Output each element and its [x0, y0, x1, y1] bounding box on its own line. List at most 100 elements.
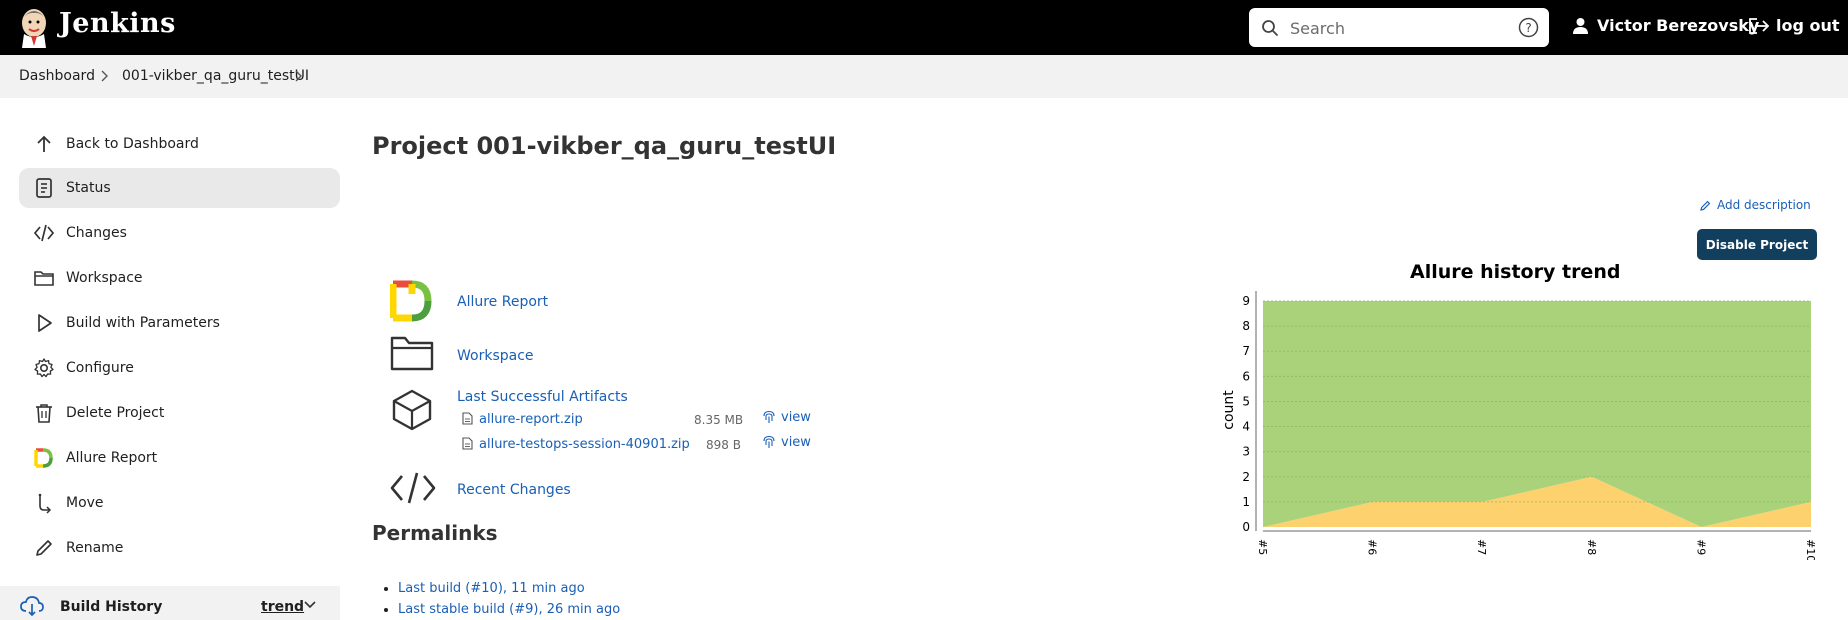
package-icon — [392, 389, 432, 431]
list-item: Last stable build (#9), 26 min ago — [398, 599, 620, 620]
brand-title[interactable]: Jenkins — [59, 8, 176, 39]
view-label: view — [781, 410, 811, 425]
sidebar-item-label: Build with Parameters — [66, 315, 220, 331]
arrow-up-icon — [37, 135, 51, 152]
sidebar-item-move[interactable]: Move — [19, 483, 340, 523]
file-icon — [462, 437, 473, 450]
add-description-link[interactable]: Add description — [1699, 198, 1811, 212]
sidebar-item-back-to-dashboard[interactable]: Back to Dashboard — [19, 124, 340, 164]
document-icon — [36, 178, 52, 198]
artifact-view-link[interactable]: view — [762, 410, 811, 425]
y-tick-label: 9 — [1242, 294, 1250, 308]
y-tick-label: 7 — [1242, 344, 1250, 358]
allure-trend-chart[interactable]: 0 1 2 3 4 5 6 7 8 9 #5 #6 #7 #8 #9 #10 count — [1220, 285, 1820, 560]
sidebar-item-label: Workspace — [66, 270, 143, 286]
user-menu[interactable]: Victor Berezovsky — [1572, 16, 1759, 35]
y-tick-label: 8 — [1242, 319, 1250, 333]
user-name: Victor Berezovsky — [1597, 16, 1760, 35]
breadcrumb-dashboard[interactable]: Dashboard — [19, 68, 95, 84]
x-tick-label: #6 — [1366, 539, 1379, 555]
trend-link[interactable]: trend — [261, 599, 304, 615]
gear-icon — [34, 358, 54, 378]
sidebar-item-changes[interactable]: Changes — [19, 213, 340, 253]
pencil-icon — [36, 540, 52, 556]
y-axis-label: count — [1221, 390, 1237, 430]
jenkins-logo-icon[interactable] — [18, 6, 50, 48]
sidebar-item-configure[interactable]: Configure — [19, 348, 340, 388]
search-icon — [1262, 20, 1278, 36]
folder-icon[interactable] — [390, 334, 434, 372]
search-box[interactable]: ? — [1249, 8, 1549, 47]
sidebar-item-label: Move — [66, 495, 104, 511]
build-history-panel: Build History trend — [0, 586, 340, 620]
y-tick-label: 3 — [1242, 445, 1250, 459]
artifact-link[interactable]: allure-report.zip — [479, 412, 583, 427]
sidebar-item-label: Rename — [66, 540, 124, 556]
sidebar-item-delete-project[interactable]: Delete Project — [19, 393, 340, 433]
search-input[interactable] — [1290, 15, 1500, 41]
help-icon[interactable]: ? — [1518, 17, 1539, 38]
fingerprint-icon — [763, 435, 775, 448]
view-label: view — [781, 435, 811, 450]
permalinks-heading: Permalinks — [372, 521, 498, 545]
user-icon — [1573, 18, 1588, 34]
sidebar-item-rename[interactable]: Rename — [19, 528, 340, 568]
artifact-size: 898 B — [706, 438, 741, 452]
svg-text:?: ? — [1525, 21, 1531, 35]
y-tick-label: 5 — [1242, 394, 1250, 408]
move-icon — [38, 493, 52, 514]
play-icon — [38, 314, 52, 332]
x-tick-label: #8 — [1585, 539, 1598, 555]
disable-project-button[interactable]: Disable Project — [1697, 229, 1817, 260]
sidebar-item-label: Delete Project — [66, 405, 165, 421]
trash-icon — [36, 404, 52, 423]
artifact-view-link[interactable]: view — [762, 435, 811, 450]
y-tick-label: 1 — [1242, 495, 1250, 509]
sidebar-item-label: Changes — [66, 225, 127, 241]
y-tick-label: 6 — [1242, 369, 1250, 383]
list-item: Last build (#10), 11 min ago — [398, 578, 620, 599]
code-icon[interactable] — [390, 471, 436, 505]
sidebar-item-build-with-parameters[interactable]: Build with Parameters — [19, 303, 340, 343]
allure-icon[interactable] — [390, 280, 434, 322]
artifact-link[interactable]: allure-testops-session-40901.zip — [479, 437, 690, 452]
sidebar-item-label: Status — [66, 180, 111, 196]
pencil-icon — [1700, 200, 1711, 211]
sidebar-item-label: Allure Report — [66, 450, 158, 466]
folder-icon — [34, 271, 54, 286]
logout-icon — [1749, 17, 1770, 34]
last-successful-artifacts-link[interactable]: Last Successful Artifacts — [457, 389, 628, 405]
x-tick-label: #5 — [1256, 539, 1269, 555]
y-tick-label: 0 — [1242, 520, 1250, 534]
file-icon — [462, 412, 473, 425]
allure-icon — [34, 448, 53, 468]
code-icon — [33, 224, 55, 242]
permalink-last-stable-build[interactable]: Last stable build (#9), 26 min ago — [398, 602, 620, 617]
page-title: Project 001-vikber_qa_guru_testUI — [372, 132, 837, 160]
recent-changes-link[interactable]: Recent Changes — [457, 482, 571, 498]
logout-label: log out — [1776, 16, 1840, 35]
allure-report-link[interactable]: Allure Report — [457, 294, 548, 310]
workspace-link[interactable]: Workspace — [457, 348, 534, 364]
sidebar-item-status[interactable]: Status — [19, 168, 340, 208]
logout-link[interactable]: log out — [1748, 16, 1840, 35]
sidebar-item-label: Configure — [66, 360, 134, 376]
y-tick-label: 4 — [1242, 420, 1250, 434]
artifact-size: 8.35 MB — [694, 413, 744, 427]
permalink-last-build[interactable]: Last build (#10), 11 min ago — [398, 581, 585, 596]
fingerprint-icon — [763, 410, 775, 423]
x-tick-label: #10 — [1804, 539, 1817, 560]
sidebar-item-allure-report[interactable]: Allure Report — [19, 438, 340, 478]
y-tick-label: 2 — [1242, 470, 1250, 484]
sidebar-item-label: Back to Dashboard — [66, 136, 199, 152]
sidebar-item-workspace[interactable]: Workspace — [19, 258, 340, 298]
chevron-right-icon[interactable] — [293, 69, 303, 83]
cloud-icon — [20, 596, 44, 616]
build-history-title: Build History — [60, 599, 163, 615]
add-description-label: Add description — [1717, 198, 1811, 212]
x-tick-label: #7 — [1475, 539, 1488, 555]
chevron-down-icon[interactable] — [304, 600, 316, 610]
permalinks-list: Last build (#10), 11 min ago Last stable… — [398, 578, 620, 620]
chevron-right-icon — [101, 70, 108, 82]
breadcrumb-project[interactable]: 001-vikber_qa_guru_testUI — [122, 68, 309, 84]
